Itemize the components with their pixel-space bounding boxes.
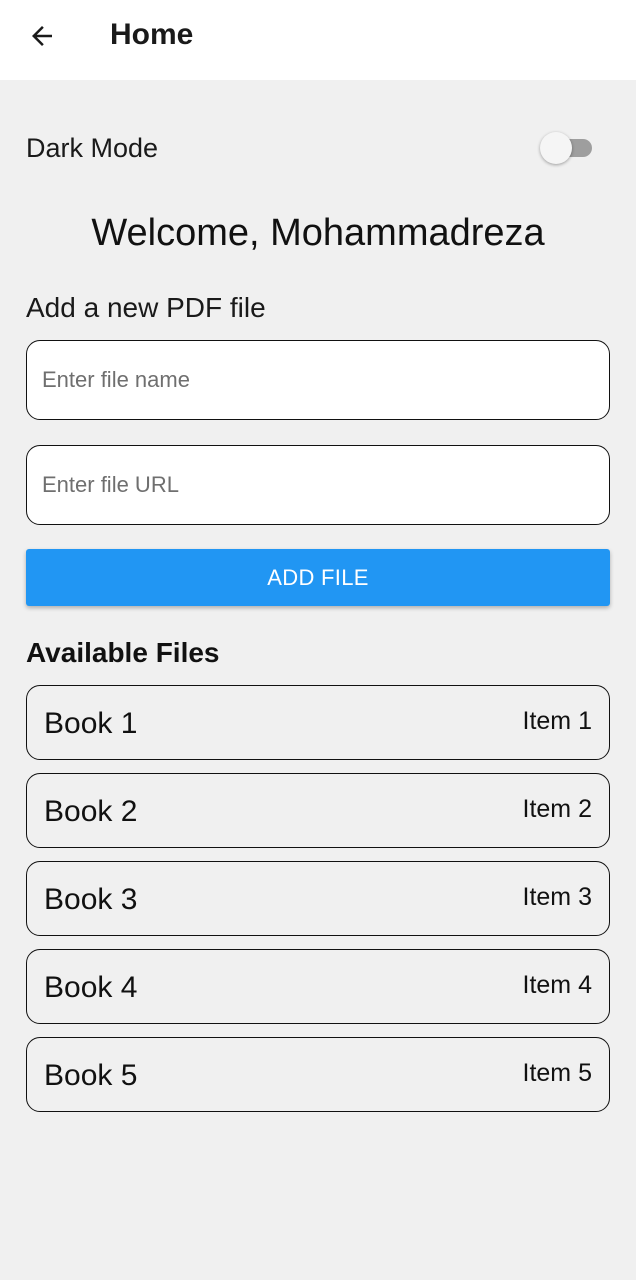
app-bar: Home [0,0,636,80]
list-item[interactable]: Book 4 Item 4 [26,949,610,1024]
file-name-field [26,340,610,420]
file-item-label: Item 2 [522,795,592,823]
list-item[interactable]: Book 2 Item 2 [26,773,610,848]
file-name-input[interactable] [27,341,609,419]
list-item[interactable]: Book 5 Item 5 [26,1037,610,1112]
file-item-label: Item 3 [522,883,592,911]
dark-mode-toggle[interactable] [540,132,594,164]
page-title: Home [110,18,194,51]
dark-mode-row: Dark Mode [26,130,610,166]
file-url-input[interactable] [27,446,609,524]
welcome-heading: Welcome, Mohammadreza [91,212,545,254]
toggle-thumb [540,132,572,164]
file-title: Book 3 [44,883,138,916]
file-list: Book 1 Item 1 Book 2 Item 2 Book 3 Item … [26,685,610,1125]
file-url-field [26,445,610,525]
file-title: Book 4 [44,971,138,1004]
dark-mode-label: Dark Mode [26,132,159,163]
add-file-label: Add a new PDF file [26,292,266,323]
file-item-label: Item 5 [522,1059,592,1087]
file-title: Book 1 [44,707,138,740]
file-title: Book 2 [44,795,138,828]
arrow-left-icon [32,26,52,46]
file-item-label: Item 1 [522,707,592,735]
file-title: Book 5 [44,1059,138,1092]
back-button[interactable] [22,16,62,56]
file-item-label: Item 4 [522,971,592,999]
list-item[interactable]: Book 1 Item 1 [26,685,610,760]
list-item[interactable]: Book 3 Item 3 [26,861,610,936]
available-files-heading: Available Files [26,637,220,668]
add-file-button[interactable]: ADD FILE [26,549,610,606]
